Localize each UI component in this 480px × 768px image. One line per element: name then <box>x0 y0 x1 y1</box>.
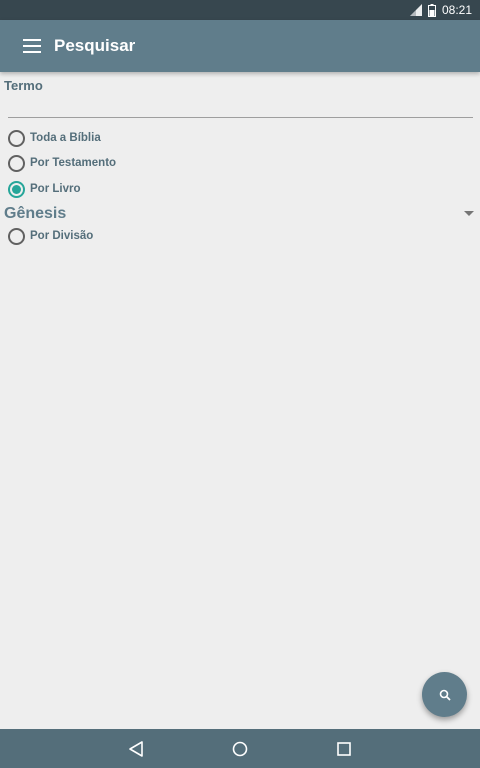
radio-toda-biblia[interactable]: Toda a Bíblia <box>8 128 101 148</box>
radio-label: Toda a Bíblia <box>30 132 101 144</box>
radio-por-testamento[interactable]: Por Testamento <box>8 153 116 173</box>
menu-button[interactable] <box>14 28 50 64</box>
radio-unchecked-icon[interactable] <box>8 227 25 245</box>
home-button[interactable] <box>229 738 251 760</box>
search-fab-button[interactable] <box>422 672 467 717</box>
book-dropdown[interactable]: Gênesis <box>4 204 474 224</box>
app-bar: Pesquisar <box>0 20 480 72</box>
back-button[interactable] <box>125 738 147 760</box>
home-icon <box>232 741 248 756</box>
back-icon <box>129 740 143 757</box>
dropdown-arrow-icon <box>464 211 474 216</box>
radio-label: Por Testamento <box>30 157 117 169</box>
page-title: Pesquisar <box>54 36 136 55</box>
term-label: Termo <box>4 78 43 93</box>
radio-unchecked-icon[interactable] <box>8 154 25 172</box>
radio-por-livro[interactable]: Por Livro <box>8 179 80 199</box>
term-input[interactable] <box>8 98 473 118</box>
recents-icon <box>337 741 351 756</box>
search-icon <box>439 689 451 701</box>
status-time: 08:21 <box>441 3 472 17</box>
signal-icon <box>409 4 422 16</box>
recents-button[interactable] <box>333 738 355 760</box>
radio-por-divisao[interactable]: Por Divisão <box>8 226 93 246</box>
radio-checked-icon[interactable] <box>8 180 25 198</box>
hamburger-menu-icon <box>23 39 41 53</box>
status-bar: 08:21 <box>0 0 480 20</box>
system-nav-bar <box>0 729 480 768</box>
radio-label: Por Livro <box>30 183 81 195</box>
radio-label: Por Divisão <box>30 230 94 242</box>
battery-icon <box>427 3 436 17</box>
book-selected-value: Gênesis <box>4 205 67 222</box>
radio-unchecked-icon[interactable] <box>8 129 25 147</box>
